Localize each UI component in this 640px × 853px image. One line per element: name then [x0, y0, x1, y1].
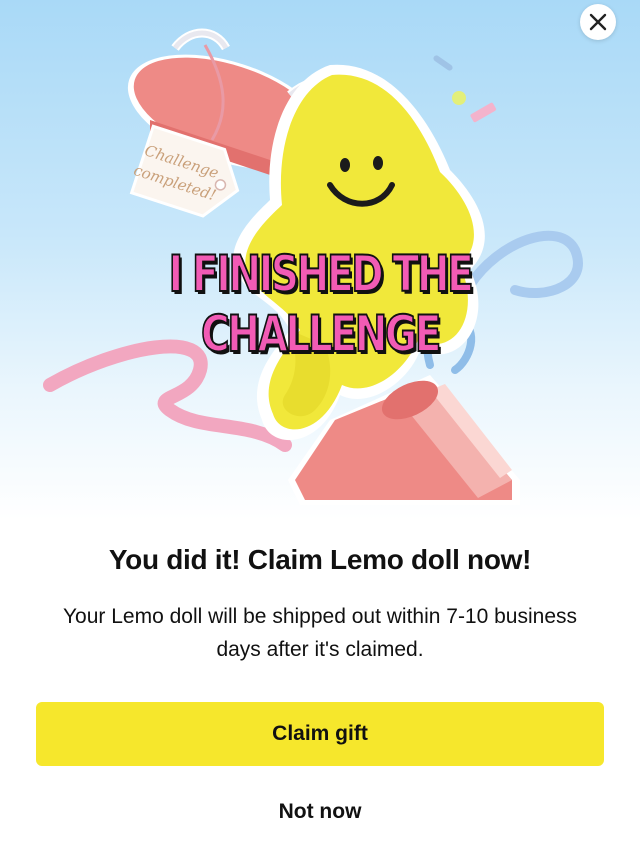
claim-gift-button[interactable]: Claim gift [36, 702, 604, 766]
not-now-button[interactable]: Not now [220, 792, 420, 832]
confetti-piece [433, 55, 453, 71]
close-button[interactable] [580, 4, 616, 40]
close-icon [589, 13, 607, 31]
dialog-title: You did it! Claim Lemo doll now! [108, 544, 532, 575]
confetti-dot [452, 91, 466, 105]
challenge-banner: I FINISHED THE CHALLENGE [168, 244, 475, 364]
hero-illustration: Challenge completed! I FINISHED THE CHAL… [0, 0, 640, 520]
dialog-description: Your Lemo doll will be shipped out withi… [62, 605, 578, 661]
confetti-piece [470, 102, 497, 123]
